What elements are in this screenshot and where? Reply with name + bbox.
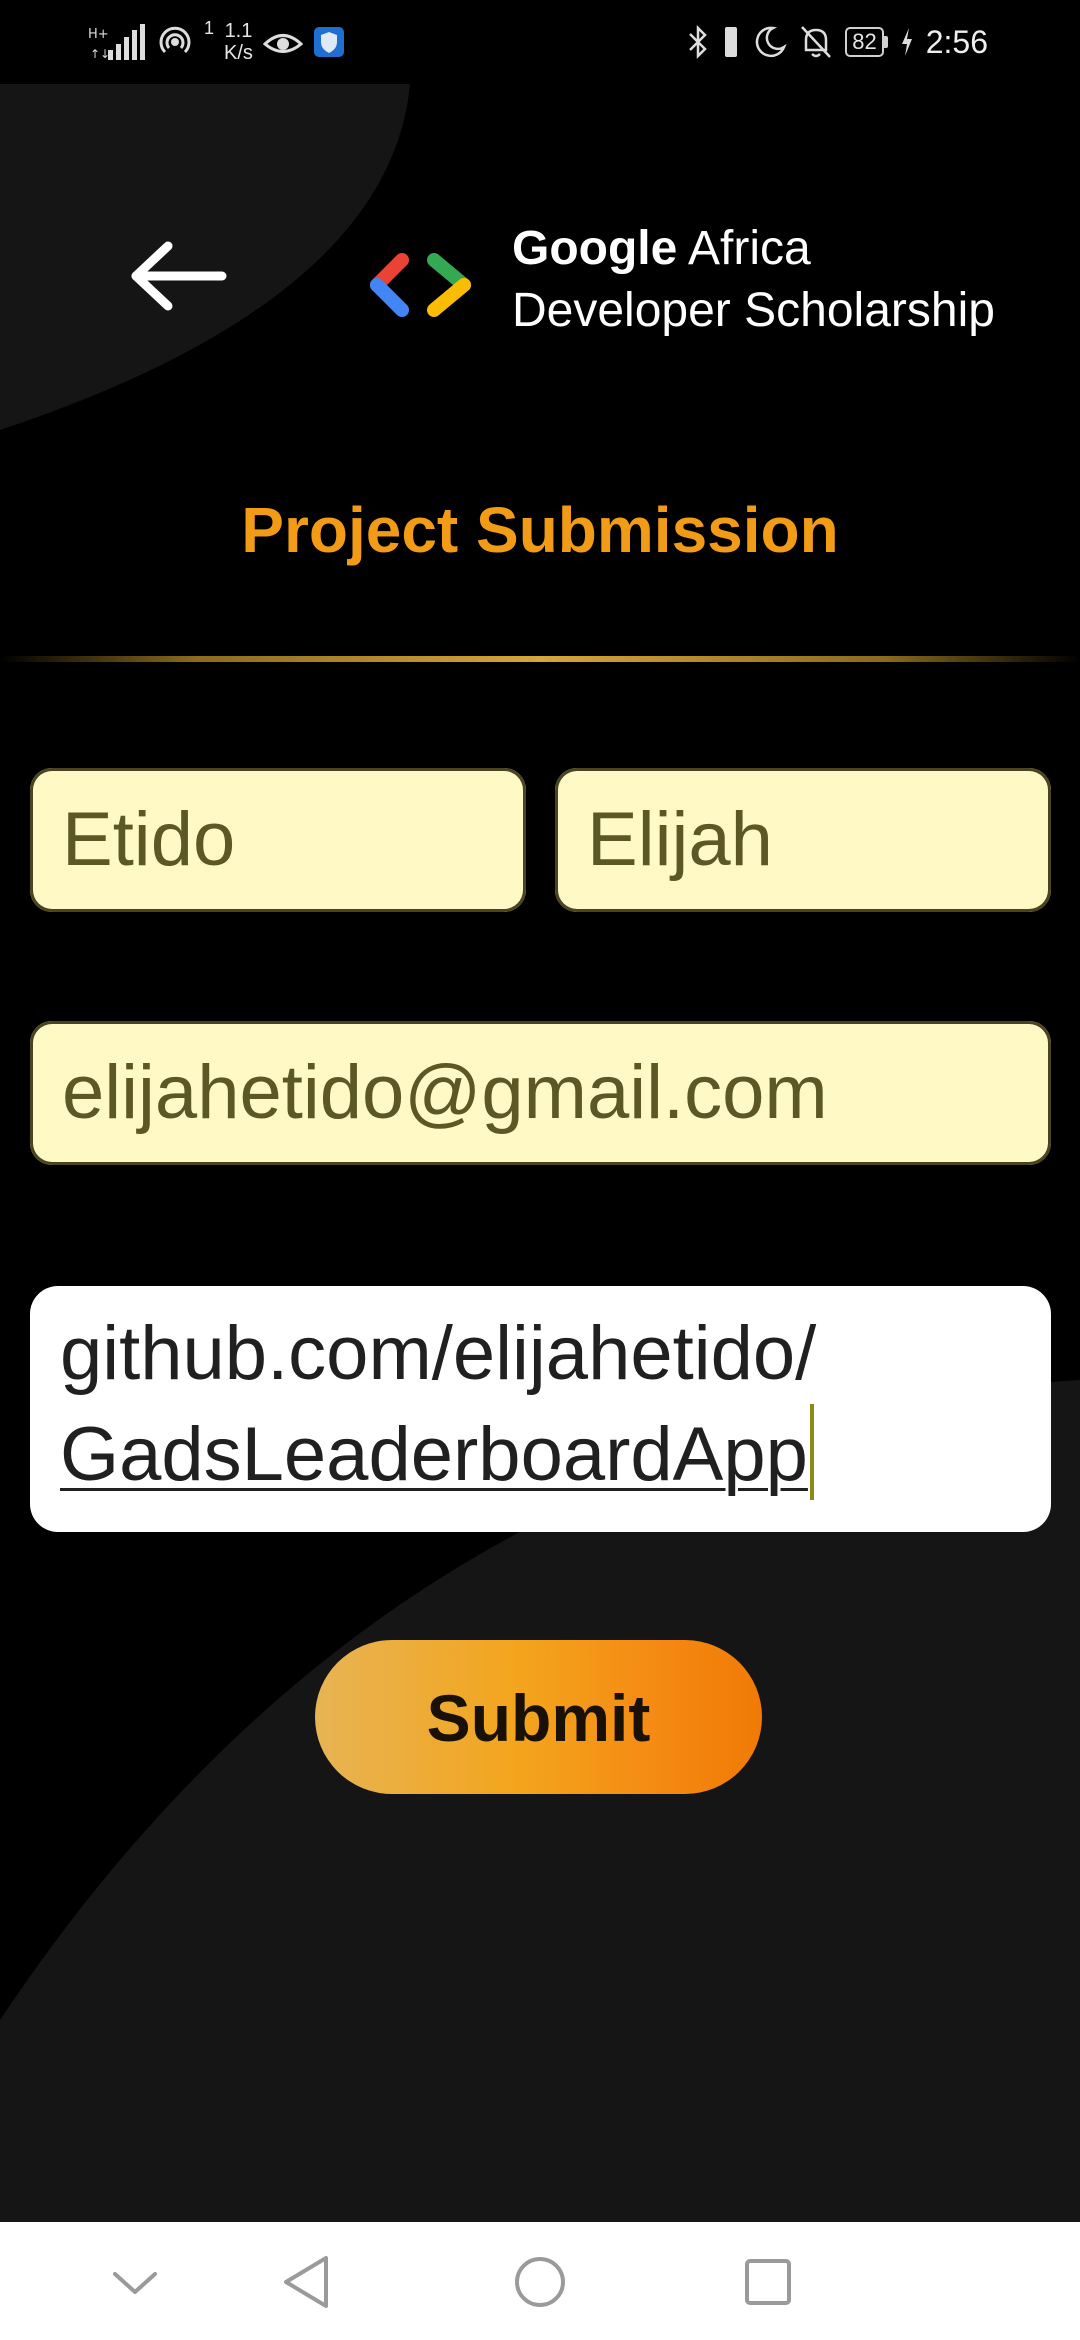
logo-google-word: Google xyxy=(512,222,678,275)
network-speed-value: 1.1 xyxy=(224,20,253,42)
gads-logo-icon xyxy=(370,253,471,317)
first-name-field[interactable]: Etido xyxy=(30,768,526,912)
charging-bolt-icon xyxy=(901,28,912,56)
program-logo-text: Google Africa Developer Scholarship xyxy=(512,218,995,342)
vibrate-icon xyxy=(725,27,738,57)
status-time: 2:56 xyxy=(925,23,988,60)
hotspot-icon xyxy=(159,26,191,54)
chevron-down-icon[interactable] xyxy=(95,2242,175,2322)
background-decoration xyxy=(0,84,1080,2222)
svg-text:↑↓: ↑↓ xyxy=(90,47,110,61)
system-navigation-bar xyxy=(0,2222,1080,2340)
battery-indicator: 82 xyxy=(845,27,888,57)
page-title: Project Submission xyxy=(241,494,839,566)
back-arrow-icon[interactable] xyxy=(126,236,230,316)
signal-superscript: 1 xyxy=(204,17,215,38)
logo-africa-word: Africa xyxy=(688,222,811,275)
github-link-line1: github.com/elijahetido/ xyxy=(60,1311,817,1396)
title-divider xyxy=(0,656,1080,662)
moon-icon xyxy=(755,26,787,58)
nav-home-icon[interactable] xyxy=(500,2242,580,2322)
cellular-signal-icon: H+ ↑↓ xyxy=(88,24,145,61)
notifications-off-icon xyxy=(801,26,832,58)
submit-button[interactable]: Submit xyxy=(315,1640,762,1794)
bluetooth-icon xyxy=(689,24,708,60)
last-name-field[interactable]: Elijah xyxy=(555,768,1051,912)
network-speed-unit: K/s xyxy=(224,42,253,64)
eye-icon xyxy=(262,34,303,53)
logo-subtitle: Developer Scholarship xyxy=(512,284,995,337)
text-cursor xyxy=(809,1404,814,1500)
battery-level: 82 xyxy=(845,27,884,57)
email-field[interactable]: elijahetido@gmail.com xyxy=(30,1021,1051,1165)
status-bar: H+ ↑↓ 1 1.1 K/s 82 2:56 xyxy=(0,0,1080,84)
nav-back-icon[interactable] xyxy=(268,2242,348,2322)
github-link-line2: GadsLeaderboardApp xyxy=(60,1412,808,1497)
github-link-field[interactable]: github.com/elijahetido/ GadsLeaderboardA… xyxy=(30,1286,1051,1532)
network-speed: 1.1 K/s xyxy=(224,20,253,64)
shield-icon xyxy=(313,27,344,57)
svg-text:H+: H+ xyxy=(88,27,109,42)
nav-recents-icon[interactable] xyxy=(728,2242,808,2322)
